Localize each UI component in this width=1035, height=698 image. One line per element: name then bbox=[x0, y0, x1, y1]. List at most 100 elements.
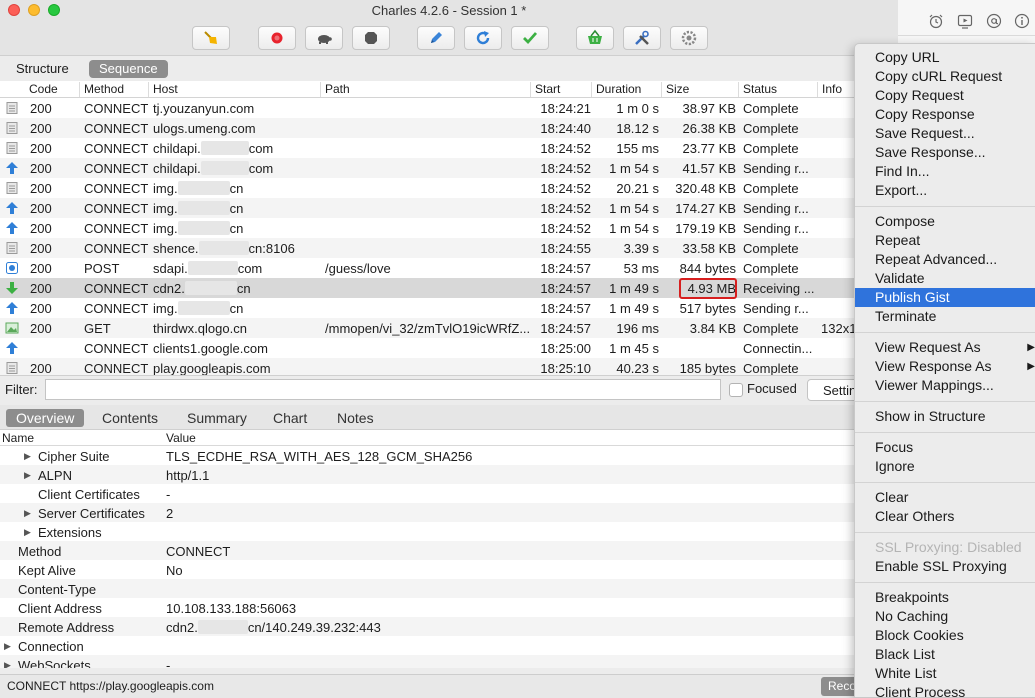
status-cell: Complete bbox=[743, 181, 799, 196]
overview-row[interactable]: ▶ Server Certificates 2 bbox=[0, 503, 855, 522]
compose-button[interactable] bbox=[417, 26, 455, 50]
column-header-code[interactable]: Code bbox=[25, 82, 58, 97]
table-row[interactable]: 200 CONNECT childapi. com 18:24:52 155 ms 23.7… bbox=[0, 138, 855, 158]
throttle-button[interactable] bbox=[305, 26, 343, 50]
overview-row[interactable]: Client Address 10.108.133.188:56063 bbox=[0, 598, 855, 617]
column-header-status[interactable]: Status bbox=[738, 82, 777, 97]
table-row[interactable]: 200 CONNECT ulogs.umeng.com 18:24:40 18.12 s… bbox=[0, 118, 855, 138]
overview-row[interactable]: Content-Type bbox=[0, 579, 855, 598]
disclosure-triangle-icon[interactable]: ▶ bbox=[4, 660, 11, 668]
overview-row[interactable]: Client Certificates - bbox=[0, 484, 855, 503]
tools-button[interactable] bbox=[623, 26, 661, 50]
column-header-info[interactable]: Info bbox=[817, 82, 842, 97]
menu-item-breakpoints[interactable]: Breakpoints bbox=[855, 588, 1035, 607]
disclosure-triangle-icon[interactable]: ▶ bbox=[24, 451, 31, 462]
overview-row[interactable]: ▶ Connection bbox=[0, 636, 855, 655]
menu-item-white-list[interactable]: White List bbox=[855, 664, 1035, 683]
size-cell: 320.48 KB bbox=[675, 181, 736, 196]
column-header-size[interactable]: Size bbox=[661, 82, 689, 97]
redacted-host bbox=[200, 141, 249, 155]
disclosure-triangle-icon[interactable]: ▶ bbox=[24, 508, 31, 519]
menu-item-clear-others[interactable]: Clear Others bbox=[855, 507, 1035, 526]
tab-summary[interactable]: Summary bbox=[177, 409, 257, 427]
at-sign-icon[interactable] bbox=[986, 13, 1002, 29]
tab-notes[interactable]: Notes bbox=[327, 409, 384, 427]
menu-item-view-request-as[interactable]: View Request As ▶ bbox=[855, 338, 1035, 357]
table-row[interactable]: 200 CONNECT img. cn 18:24:52 1 m 54 s 174.27 K… bbox=[0, 198, 855, 218]
menu-item-compose[interactable]: Compose bbox=[855, 212, 1035, 231]
menu-item-viewer-mappings[interactable]: Viewer Mappings... bbox=[855, 376, 1035, 395]
menu-item-publish-gist[interactable]: Publish Gist bbox=[855, 288, 1035, 307]
tab-chart[interactable]: Chart bbox=[263, 409, 317, 427]
tab-overview[interactable]: Overview bbox=[6, 409, 85, 427]
column-header-duration[interactable]: Duration bbox=[591, 82, 641, 97]
menu-item-label: Copy cURL Request bbox=[875, 68, 1003, 84]
table-row[interactable]: 200 CONNECT tj.youzanyun.com 18:24:21 1 m 0 … bbox=[0, 98, 855, 118]
settings-button[interactable] bbox=[670, 26, 708, 50]
menu-item-repeat-advanced[interactable]: Repeat Advanced... bbox=[855, 250, 1035, 269]
code-cell: 200 bbox=[30, 241, 52, 256]
record-button[interactable] bbox=[258, 26, 296, 50]
menu-item-enable-ssl-proxying[interactable]: Enable SSL Proxying bbox=[855, 557, 1035, 576]
info-icon[interactable] bbox=[1014, 13, 1030, 29]
repeat-button[interactable] bbox=[464, 26, 502, 50]
overview-row[interactable]: Remote Address cdn2. cn/140.249.39.232:443 bbox=[0, 617, 855, 636]
column-header-start[interactable]: Start bbox=[530, 82, 560, 97]
menu-item-validate[interactable]: Validate bbox=[855, 269, 1035, 288]
disclosure-triangle-icon[interactable]: ▶ bbox=[24, 527, 31, 538]
menu-item-block-cookies[interactable]: Block Cookies bbox=[855, 626, 1035, 645]
detail-tabs: Overview Contents Summary Chart Notes bbox=[0, 405, 855, 430]
column-header-host[interactable]: Host bbox=[148, 82, 178, 97]
breakpoints-button[interactable] bbox=[352, 26, 390, 50]
menu-item-view-response-as[interactable]: View Response As ▶ bbox=[855, 357, 1035, 376]
menu-item-copy-url[interactable]: Copy URL bbox=[855, 48, 1035, 67]
table-row[interactable]: 200 CONNECT img. cn 18:24:57 1 m 49 s 517 byte… bbox=[0, 298, 855, 318]
menu-item-repeat[interactable]: Repeat bbox=[855, 231, 1035, 250]
table-row[interactable]: 200 POST sdapi. com/guess/love 18:24:57 53 ms… bbox=[0, 258, 855, 278]
table-row[interactable]: CONNECT clients1.google.com 18:25:00 1 m 45… bbox=[0, 338, 855, 358]
table-row[interactable]: 200 CONNECT childapi. com 18:24:52 1 m 54 s 41… bbox=[0, 158, 855, 178]
table-row[interactable]: 200 GET thirdwx.qlogo.cn/mmopen/vi_32/zmTv… bbox=[0, 318, 855, 338]
overview-row[interactable]: Kept Alive No bbox=[0, 560, 855, 579]
table-row[interactable]: 200 CONNECT img. cn 18:24:52 20.21 s 320.48 KB… bbox=[0, 178, 855, 198]
clear-session-button[interactable] bbox=[192, 26, 230, 50]
table-row[interactable]: 200 CONNECT img. cn 18:24:52 1 m 54 s 179.19 K… bbox=[0, 218, 855, 238]
focused-checkbox[interactable] bbox=[729, 383, 743, 397]
host-suffix: cn:8106 bbox=[248, 241, 295, 256]
alarm-clock-icon[interactable] bbox=[928, 13, 944, 29]
filter-input[interactable] bbox=[45, 379, 721, 400]
menu-item-focus[interactable]: Focus bbox=[855, 438, 1035, 457]
validate-button[interactable] bbox=[511, 26, 549, 50]
column-header-method[interactable]: Method bbox=[79, 82, 124, 97]
tab-contents[interactable]: Contents bbox=[92, 409, 168, 427]
menu-item-save-request[interactable]: Save Request... bbox=[855, 124, 1035, 143]
disclosure-triangle-icon[interactable]: ▶ bbox=[4, 641, 11, 652]
overview-row[interactable]: ▶ Cipher Suite TLS_ECDHE_RSA_WITH_AES_128_… bbox=[0, 446, 855, 465]
menu-item-copy-curl-request[interactable]: Copy cURL Request bbox=[855, 67, 1035, 86]
menu-item-no-caching[interactable]: No Caching bbox=[855, 607, 1035, 626]
menu-item-terminate[interactable]: Terminate bbox=[855, 307, 1035, 326]
menu-item-copy-request[interactable]: Copy Request bbox=[855, 86, 1035, 105]
menu-item-black-list[interactable]: Black List bbox=[855, 645, 1035, 664]
overview-row[interactable]: ▶ WebSockets - bbox=[0, 655, 855, 668]
size-cell: 174.27 KB bbox=[675, 201, 736, 216]
video-icon[interactable] bbox=[957, 13, 973, 29]
overview-row[interactable]: ▶ ALPN http/1.1 bbox=[0, 465, 855, 484]
menu-item-clear[interactable]: Clear bbox=[855, 488, 1035, 507]
disclosure-triangle-icon[interactable]: ▶ bbox=[24, 470, 31, 481]
tab-structure[interactable]: Structure bbox=[6, 60, 79, 78]
basket-button[interactable] bbox=[576, 26, 614, 50]
menu-item-save-response[interactable]: Save Response... bbox=[855, 143, 1035, 162]
menu-item-client-process[interactable]: Client Process bbox=[855, 683, 1035, 698]
menu-item-show-in-structure[interactable]: Show in Structure bbox=[855, 407, 1035, 426]
overview-row[interactable]: Method CONNECT bbox=[0, 541, 855, 560]
menu-item-ignore[interactable]: Ignore bbox=[855, 457, 1035, 476]
menu-item-find-in[interactable]: Find In... bbox=[855, 162, 1035, 181]
overview-row[interactable]: ▶ Extensions bbox=[0, 522, 855, 541]
menu-item-export[interactable]: Export... bbox=[855, 181, 1035, 200]
column-header-path[interactable]: Path bbox=[320, 82, 350, 97]
table-row[interactable]: 200 CONNECT shence. cn:8106 18:24:55 3.39 s 33… bbox=[0, 238, 855, 258]
table-row[interactable]: 200 CONNECT play.googleapis.com 18:25:10 40.… bbox=[0, 358, 855, 375]
tab-sequence[interactable]: Sequence bbox=[89, 60, 168, 78]
menu-item-copy-response[interactable]: Copy Response bbox=[855, 105, 1035, 124]
